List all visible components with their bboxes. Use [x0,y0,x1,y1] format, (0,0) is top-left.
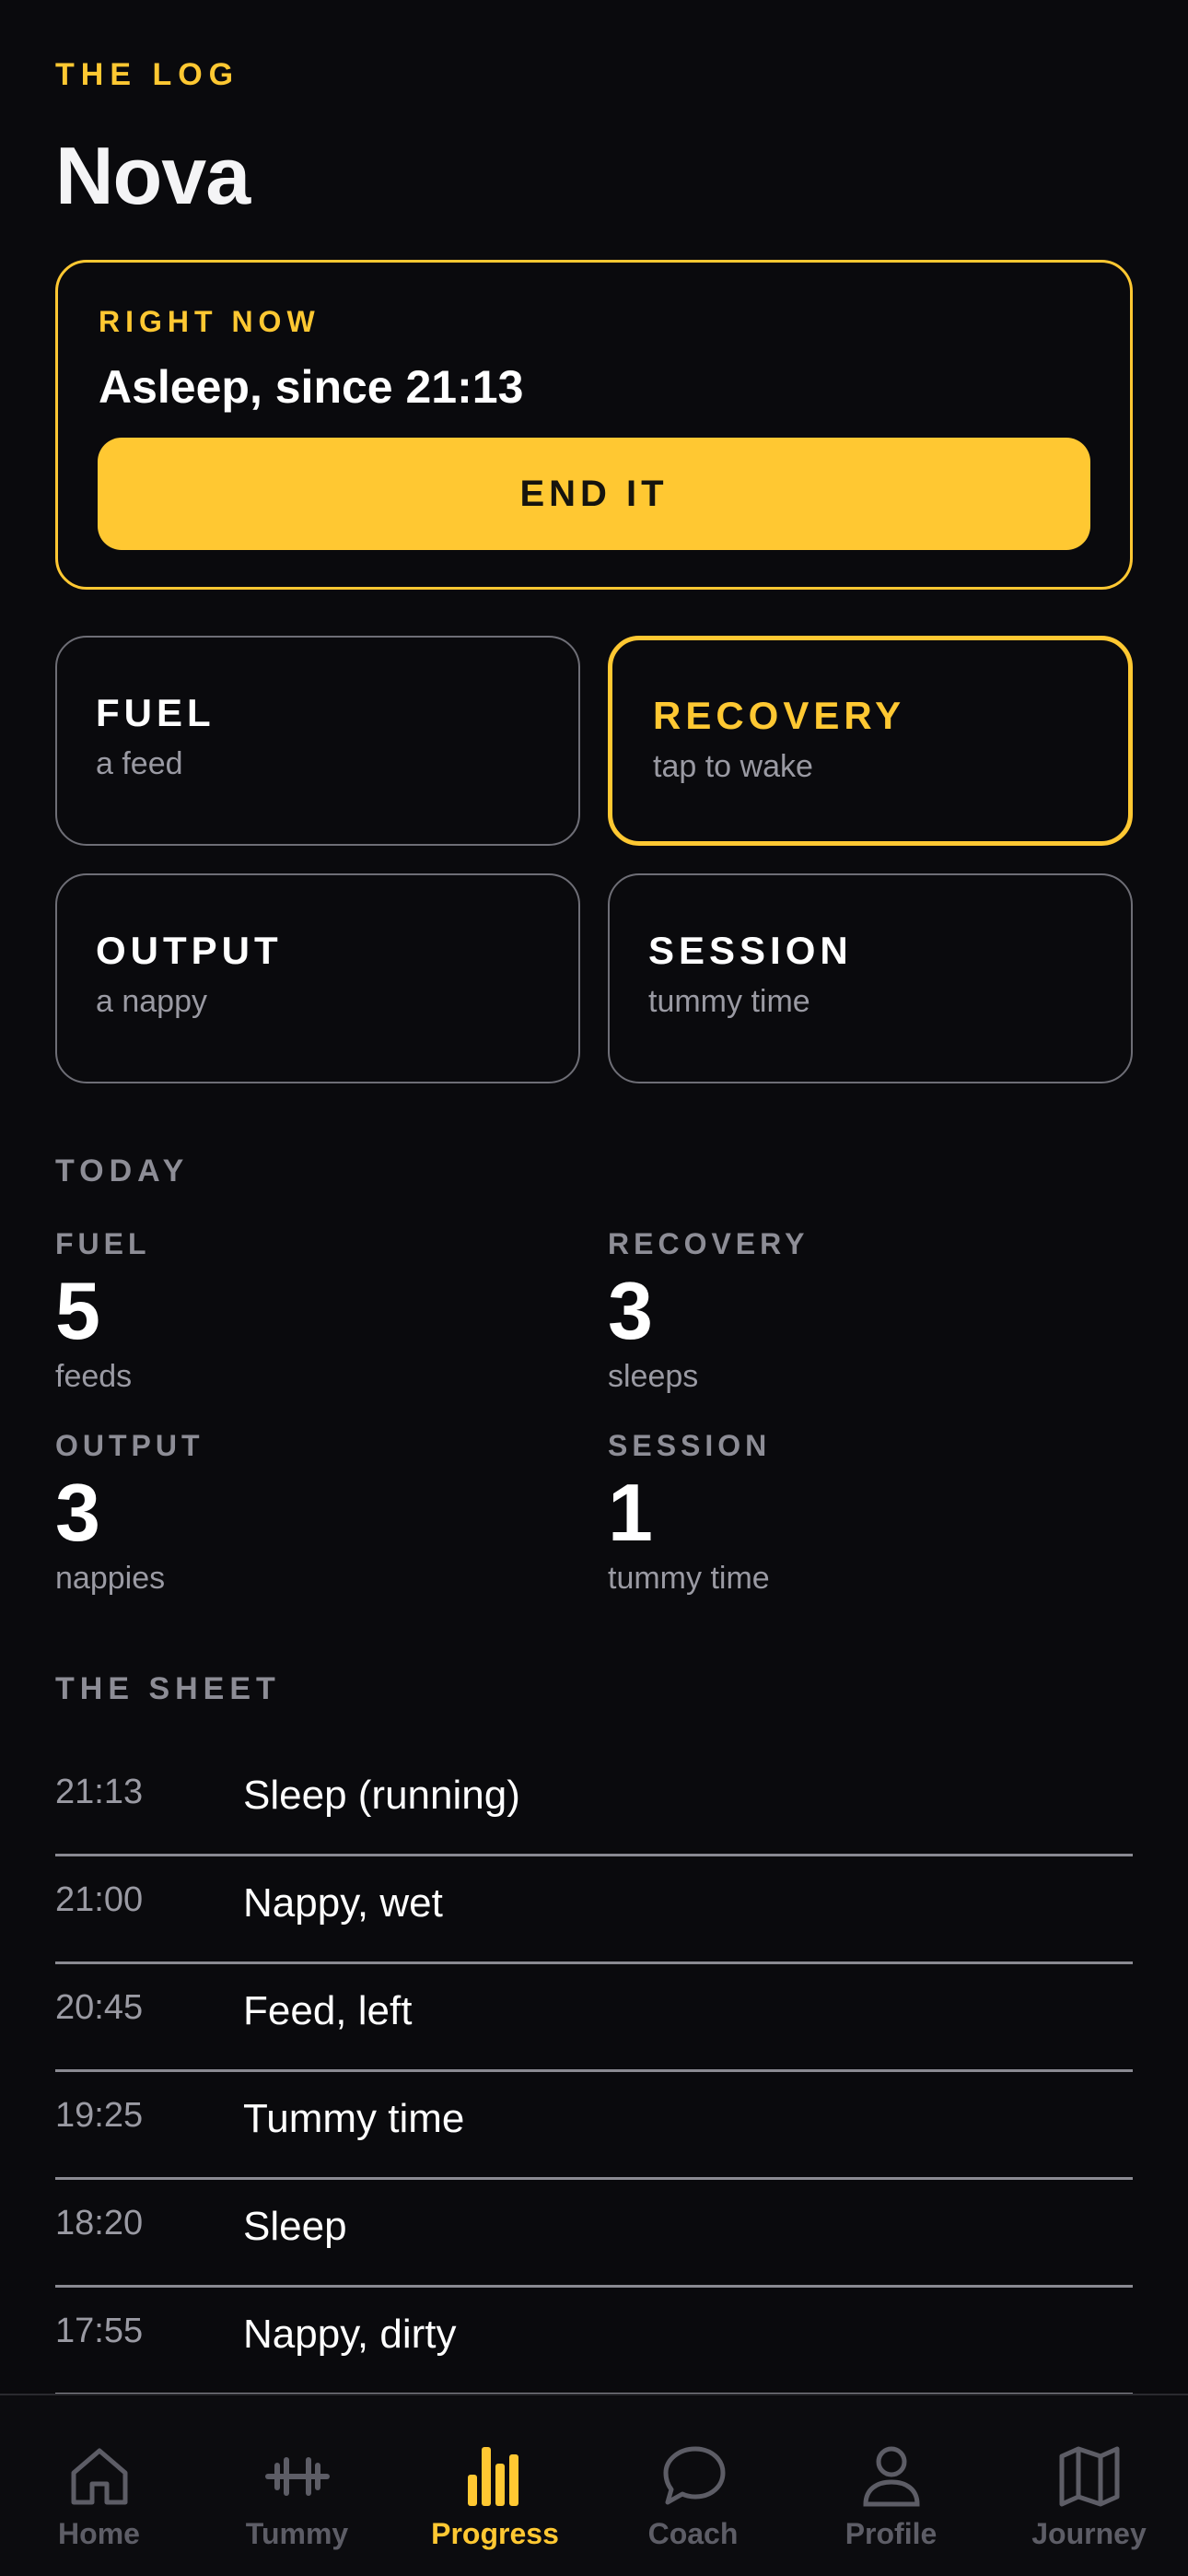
tile-subtitle: a feed [96,746,183,781]
sheet-list: 21:13 Sleep (running) 21:00 Nappy, wet 2… [55,1749,1133,2395]
stat-unit: nappies [55,1561,166,1596]
stat-label: SESSION [608,1429,772,1462]
tab-label: Journey [1031,2517,1147,2550]
tile-session[interactable]: SESSION tummy time [608,873,1133,1083]
stat-unit: sleeps [608,1359,699,1394]
map-icon [1059,2446,1119,2507]
stat-unit: feeds [55,1359,133,1394]
bar-chart-icon [467,2447,518,2506]
sheet-time: 20:45 [55,1988,144,2027]
stat-output: OUTPUT 3 nappies [55,1429,571,1597]
stat-fuel: FUEL 5 feeds [55,1227,571,1395]
sheet-row[interactable]: 21:00 Nappy, wet [55,1856,1133,1964]
sheet-event: Nappy, wet [243,1880,443,1926]
tile-subtitle: tap to wake [653,749,813,784]
stat-unit: tummy time [608,1561,770,1596]
end-it-button[interactable]: END IT [98,438,1090,550]
chat-bubble-icon [663,2446,725,2505]
stat-value: 1 [608,1467,653,1558]
stat-label: RECOVERY [608,1227,809,1260]
log-screen: THE LOG Nova RIGHT NOW Asleep, since 21:… [0,0,1188,2576]
screen-eyebrow: THE LOG [55,57,240,92]
tile-name: OUTPUT [96,929,283,972]
tab-label: Home [58,2517,140,2550]
sheet-event: Tummy time [243,2096,465,2141]
tab-label: Profile [844,2517,938,2550]
right-now-card: RIGHT NOW Asleep, since 21:13 END IT [55,260,1133,590]
sheet-time: 19:25 [55,2096,144,2135]
right-now-status: Asleep, since 21:13 [99,361,524,413]
sheet-row[interactable]: 20:45 Feed, left [55,1964,1133,2072]
page-title: Nova [55,130,250,221]
stat-value: 3 [55,1467,100,1558]
tile-name: RECOVERY [653,694,906,737]
tab-bar: Home Tummy Progress Coach Profile Journe… [0,2394,1188,2576]
tab-label: Progress [431,2517,559,2550]
sheet-section-label: THE SHEET [55,1671,281,1706]
house-icon [71,2448,127,2505]
tile-name: SESSION [648,929,853,972]
sheet-event: Feed, left [243,1988,413,2033]
tile-name: FUEL [96,691,215,734]
tab-profile[interactable]: Profile [792,2395,990,2576]
sheet-event: Sleep (running) [243,1773,520,1818]
sheet-event: Sleep [243,2204,347,2249]
tab-label: Tummy [245,2517,349,2550]
tab-progress[interactable]: Progress [396,2395,594,2576]
tab-coach[interactable]: Coach [594,2395,792,2576]
person-icon [862,2446,920,2507]
stat-label: FUEL [55,1227,151,1260]
sheet-time: 17:55 [55,2312,144,2350]
sheet-time: 21:00 [55,1880,144,1919]
stat-label: OUTPUT [55,1429,204,1462]
tile-subtitle: tummy time [648,984,810,1019]
tab-label: Coach [647,2517,739,2550]
sheet-time: 21:13 [55,1773,144,1811]
tile-output[interactable]: OUTPUT a nappy [55,873,580,1083]
tab-journey[interactable]: Journey [990,2395,1188,2576]
stat-value: 3 [608,1265,653,1356]
right-now-label: RIGHT NOW [99,305,320,338]
sheet-row[interactable]: 18:20 Sleep [55,2180,1133,2288]
tab-home[interactable]: Home [0,2395,198,2576]
sheet-row[interactable]: 19:25 Tummy time [55,2072,1133,2180]
dumbbell-icon [264,2457,330,2496]
sheet-time: 18:20 [55,2204,144,2242]
stat-session: SESSION 1 tummy time [608,1429,1124,1597]
tile-fuel[interactable]: FUEL a feed [55,636,580,846]
sheet-row[interactable]: 21:13 Sleep (running) [55,1749,1133,1856]
stat-recovery: RECOVERY 3 sleeps [608,1227,1124,1395]
today-section-label: TODAY [55,1153,190,1188]
tile-recovery[interactable]: RECOVERY tap to wake [608,636,1133,846]
tab-tummy[interactable]: Tummy [198,2395,396,2576]
sheet-event: Nappy, dirty [243,2312,457,2357]
sheet-row[interactable]: 17:55 Nappy, dirty [55,2288,1133,2395]
stat-value: 5 [55,1265,100,1356]
tile-subtitle: a nappy [96,984,207,1019]
